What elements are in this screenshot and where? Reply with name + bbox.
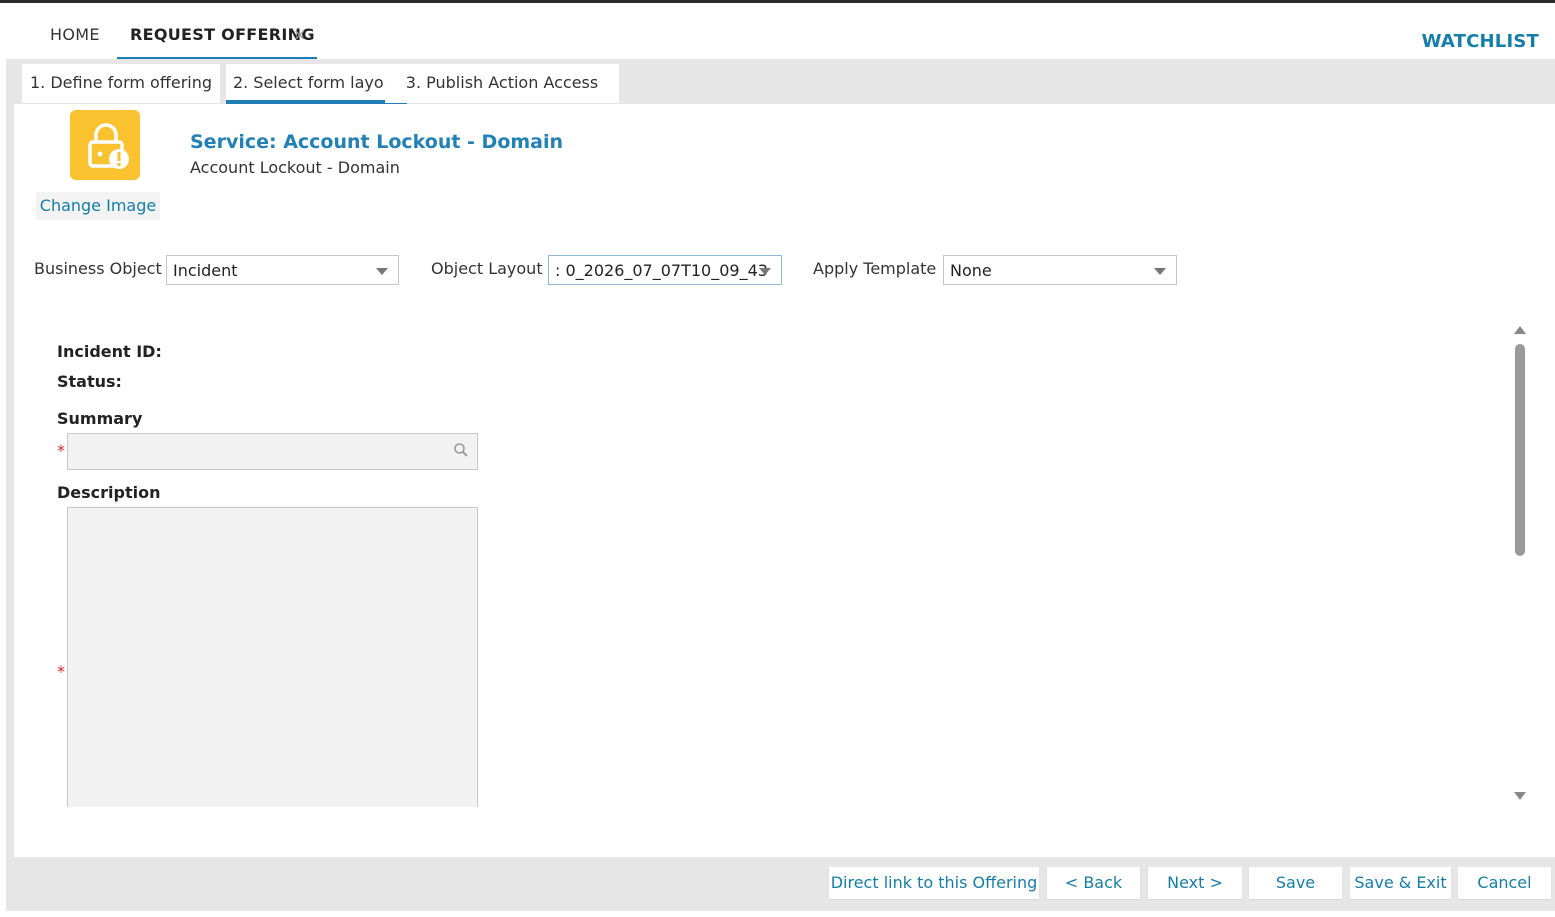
scrollbar-thumb[interactable] bbox=[1515, 344, 1525, 556]
search-icon[interactable] bbox=[453, 442, 469, 458]
chevron-down-icon bbox=[759, 268, 771, 275]
business-object-value: Incident bbox=[173, 261, 238, 280]
summary-input[interactable] bbox=[67, 433, 478, 470]
service-title: Service: Account Lockout - Domain bbox=[190, 131, 564, 153]
scroll-down-arrow-icon[interactable] bbox=[1514, 792, 1526, 800]
content-frame: 1. Define form offering 2. Select form l… bbox=[6, 59, 1555, 911]
description-required-marker: * bbox=[57, 662, 65, 681]
main-panel: Change Image Service: Account Lockout - … bbox=[14, 104, 1555, 857]
object-layout-select[interactable]: : 0_2026_07_07T10_09_43 bbox=[548, 255, 782, 285]
object-layout-value: : 0_2026_07_07T10_09_43 bbox=[555, 261, 768, 280]
object-layout-label: Object Layout bbox=[431, 259, 543, 278]
nav-tab-request-offering[interactable]: REQUEST OFFERING bbox=[130, 25, 315, 44]
apply-template-select[interactable]: None bbox=[943, 255, 1177, 285]
wizard-tab-define[interactable]: 1. Define form offering bbox=[22, 64, 220, 103]
description-label: Description bbox=[57, 483, 161, 502]
apply-template-label: Apply Template bbox=[813, 259, 937, 278]
description-textarea[interactable] bbox=[67, 507, 478, 807]
service-image bbox=[70, 110, 140, 180]
summary-required-marker: * bbox=[57, 441, 65, 460]
business-object-label: Business Object bbox=[34, 259, 162, 278]
business-object-select[interactable]: Incident bbox=[166, 255, 399, 285]
summary-label: Summary bbox=[57, 409, 143, 428]
apply-template-value: None bbox=[950, 261, 992, 280]
next-button[interactable]: Next > bbox=[1148, 867, 1242, 899]
scroll-up-arrow-icon[interactable] bbox=[1514, 326, 1526, 334]
incident-id-label: Incident ID: bbox=[57, 342, 162, 361]
service-subtitle: Account Lockout - Domain bbox=[190, 158, 400, 177]
top-nav: HOME REQUEST OFFERING × WATCHLIST bbox=[6, 3, 1555, 61]
direct-link-button[interactable]: Direct link to this Offering bbox=[829, 867, 1039, 899]
wizard-tab-select-layout[interactable]: 2. Select form layout bbox=[226, 64, 407, 104]
save-exit-button[interactable]: Save & Exit bbox=[1350, 867, 1451, 899]
back-button[interactable]: < Back bbox=[1047, 867, 1140, 899]
change-image-button[interactable]: Change Image bbox=[36, 192, 160, 220]
chevron-down-icon bbox=[1154, 268, 1166, 275]
chevron-down-icon bbox=[376, 268, 388, 275]
nav-tab-home[interactable]: HOME bbox=[50, 25, 100, 44]
cancel-button[interactable]: Cancel bbox=[1458, 867, 1551, 899]
watchlist-link[interactable]: WATCHLIST bbox=[1422, 31, 1539, 52]
close-tab-icon[interactable]: × bbox=[293, 25, 306, 44]
save-button[interactable]: Save bbox=[1249, 867, 1342, 899]
form-scrollbar[interactable] bbox=[1512, 326, 1526, 804]
wizard-tab-publish[interactable]: 3. Publish Action Access bbox=[385, 64, 619, 103]
status-label: Status: bbox=[57, 372, 122, 391]
lock-alert-icon bbox=[88, 123, 129, 169]
